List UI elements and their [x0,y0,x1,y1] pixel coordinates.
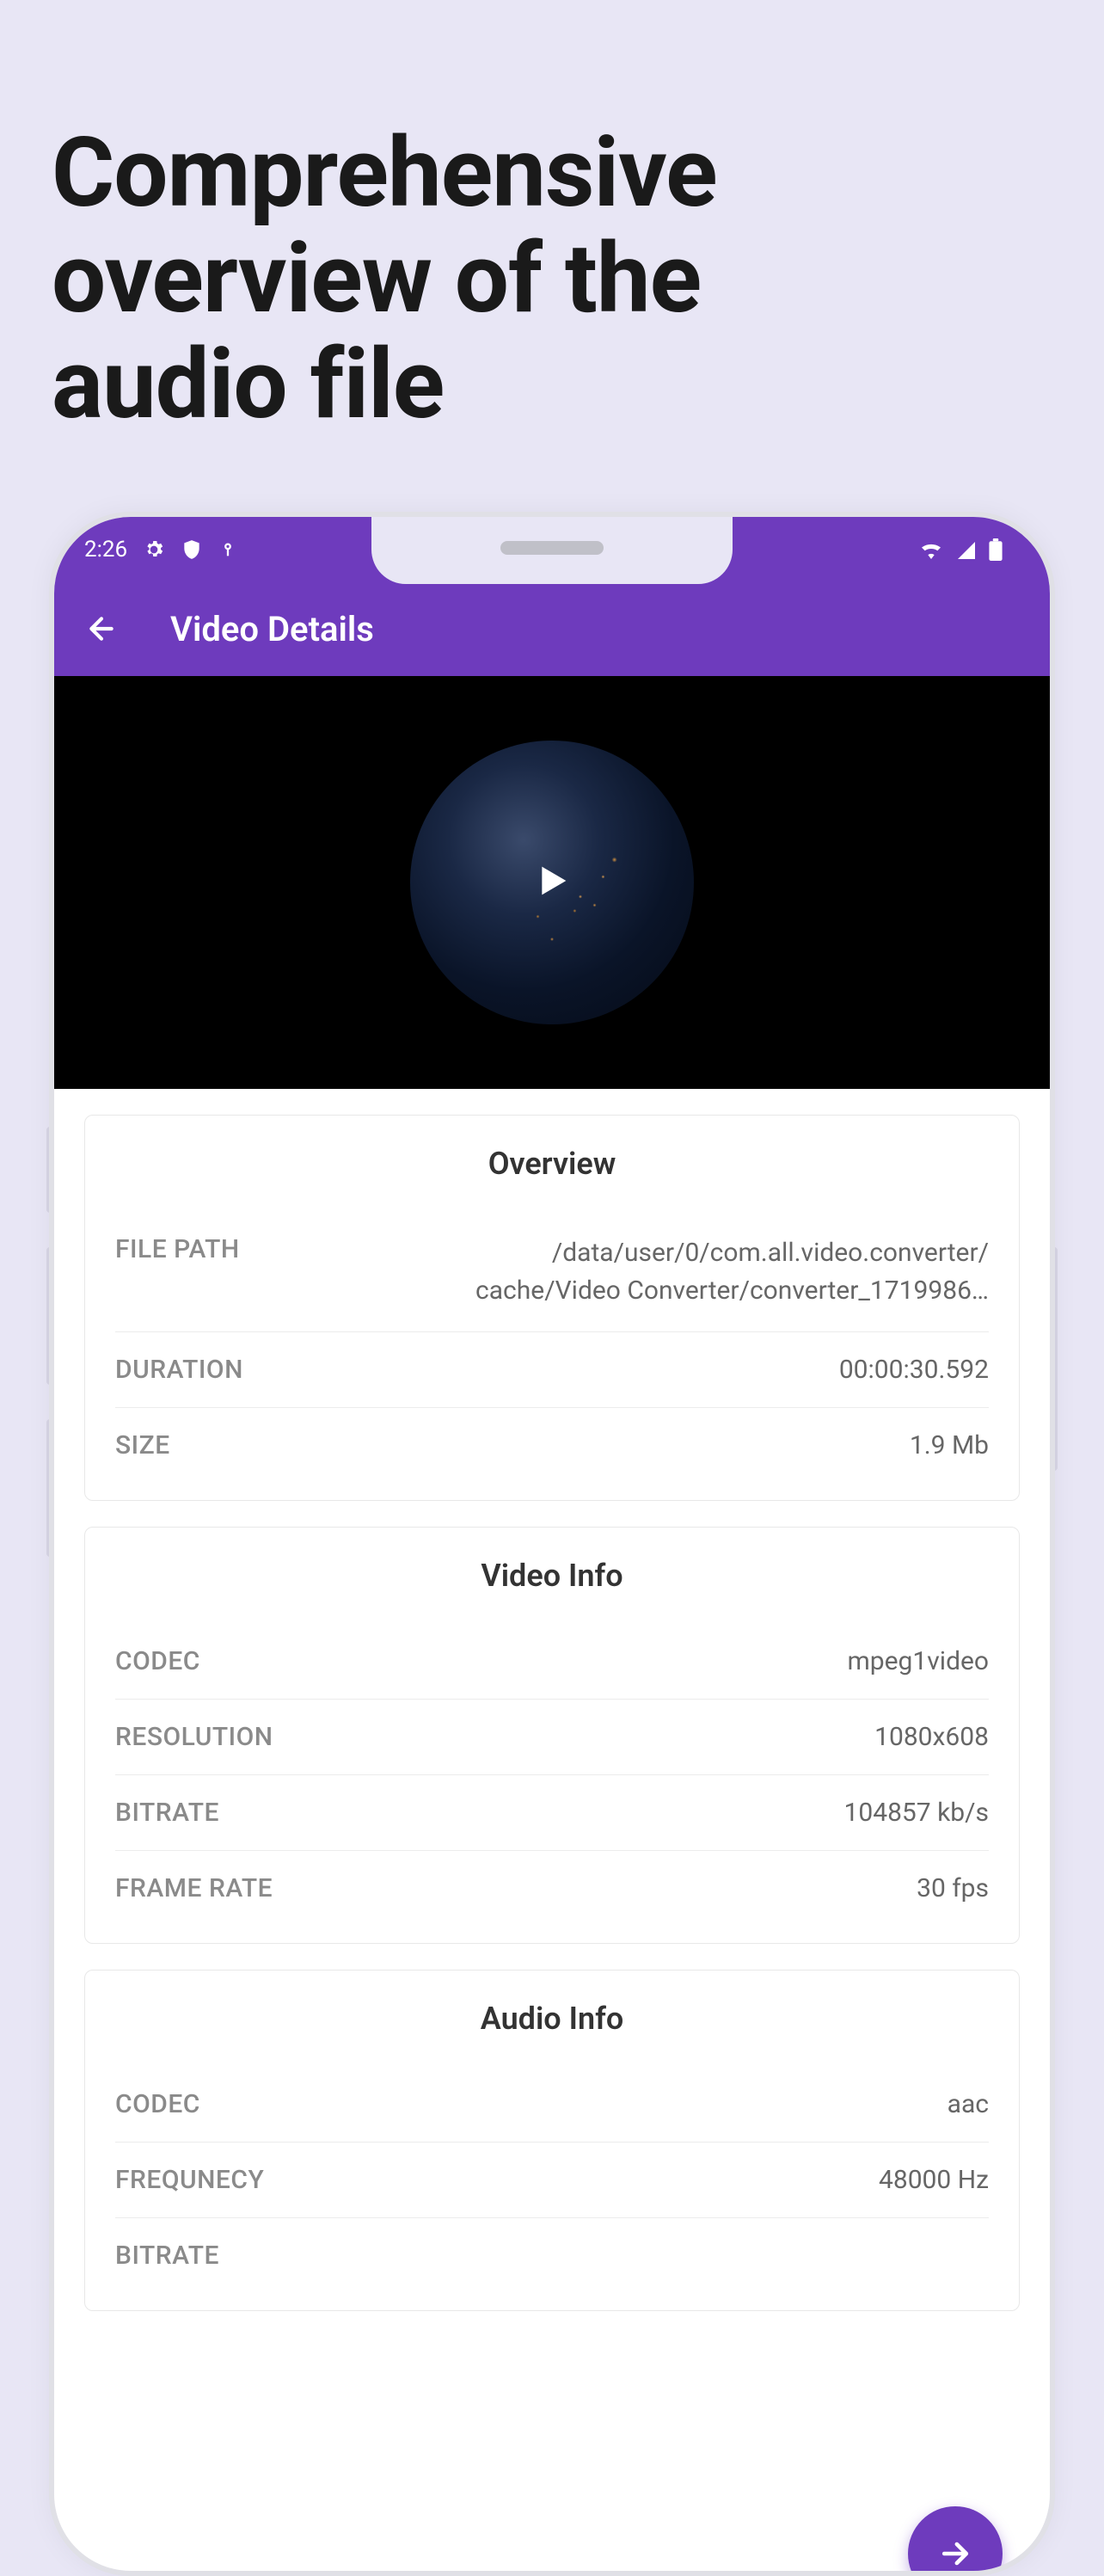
overview-card: Overview FILE PATH /data/user/0/com.all.… [84,1115,1020,1501]
row-value: 1.9 Mb [910,1430,989,1460]
promo-heading: Comprehensive overview of the audio file [52,120,717,439]
video-resolution-row: RESOLUTION 1080x608 [115,1700,989,1775]
row-label: CODEC [115,2089,200,2119]
page-title: Video Details [170,609,374,649]
phone-notch [371,517,733,584]
row-value: mpeg1video [847,1646,989,1676]
back-button[interactable] [84,612,119,646]
row-label: SIZE [115,1430,170,1460]
video-info-card: Video Info CODEC mpeg1video RESOLUTION 1… [84,1527,1020,1944]
row-value: 48000 Hz [879,2165,989,2195]
wifi-icon [918,540,944,559]
row-label: DURATION [115,1355,243,1385]
card-title: Overview [115,1146,989,1182]
audio-bitrate-row: BITRATE [115,2218,989,2293]
row-value: 00:00:30.592 [839,1355,989,1385]
row-label: FILE PATH [115,1234,240,1264]
shield-icon [181,538,203,561]
video-preview[interactable] [54,676,1050,1089]
video-codec-row: CODEC mpeg1video [115,1624,989,1700]
row-label: BITRATE [115,2241,219,2271]
status-time: 2:26 [84,537,127,563]
audio-info-card: Audio Info CODEC aac FREQUNECY 48000 Hz … [84,1970,1020,2311]
row-label: FRAME RATE [115,1873,273,1903]
overview-file-path-row: FILE PATH /data/user/0/com.all.video.con… [115,1212,989,1332]
content-area: Overview FILE PATH /data/user/0/com.all.… [54,1089,1050,2363]
phone-frame: 2:26 [49,512,1055,2576]
play-icon[interactable] [528,857,576,908]
row-label: RESOLUTION [115,1722,273,1752]
row-label: CODEC [115,1646,200,1676]
file-path-line: /data/user/0/com.all.video.converter/ [475,1234,989,1272]
card-title: Video Info [115,1558,989,1594]
gear-icon [143,538,165,561]
row-value: 30 fps [917,1873,989,1903]
video-bitrate-row: BITRATE 104857 kb/s [115,1775,989,1851]
row-value: 1080x608 [874,1722,989,1752]
row-value: /data/user/0/com.all.video.converter/ ca… [475,1234,989,1309]
row-label: BITRATE [115,1798,219,1828]
promo-heading-line: audio file [52,332,717,438]
app-bar: Video Details [54,581,1050,676]
audio-frequency-row: FREQUNECY 48000 Hz [115,2143,989,2218]
signal-icon [956,540,977,559]
row-value: aac [948,2089,989,2119]
location-icon [218,538,237,561]
row-label: FREQUNECY [115,2165,264,2195]
video-frame-rate-row: FRAME RATE 30 fps [115,1851,989,1926]
next-fab[interactable] [908,2506,1003,2571]
audio-codec-row: CODEC aac [115,2067,989,2143]
overview-size-row: SIZE 1.9 Mb [115,1408,989,1483]
arrow-right-icon [936,2535,974,2571]
row-value: 104857 kb/s [843,1798,989,1828]
screen: 2:26 [54,517,1050,2571]
file-path-line: cache/Video Converter/converter_1719986… [475,1272,989,1310]
card-title: Audio Info [115,2001,989,2037]
battery-icon [989,538,1003,561]
promo-heading-line: overview of the [52,226,717,332]
overview-duration-row: DURATION 00:00:30.592 [115,1332,989,1408]
promo-heading-line: Comprehensive [52,120,717,226]
